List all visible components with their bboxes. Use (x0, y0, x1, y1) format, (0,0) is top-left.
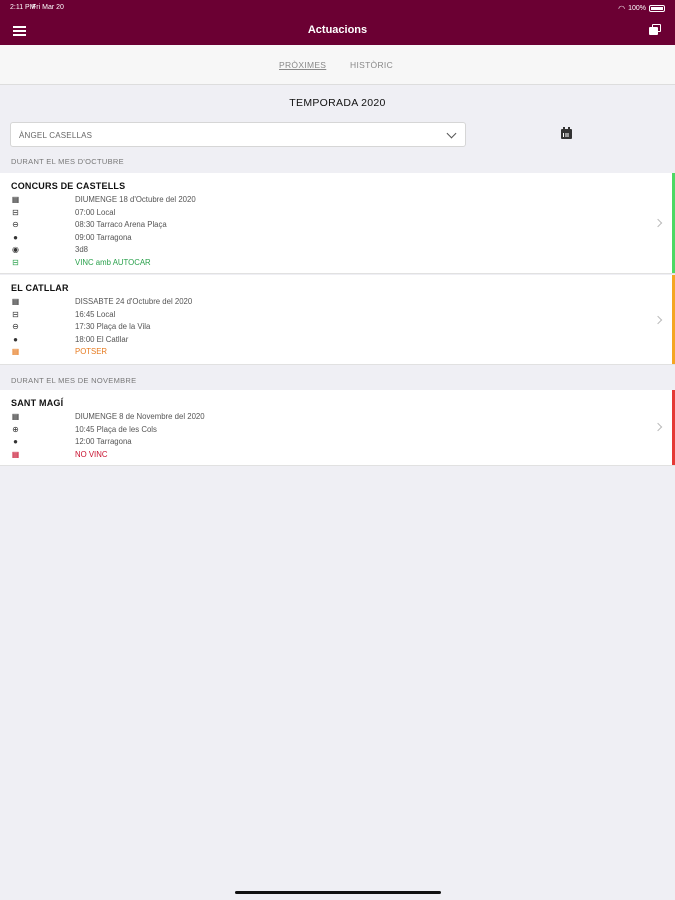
battery-indicator: ◠ 100% (618, 4, 665, 13)
event-row: ▦ POTSER (11, 346, 311, 358)
car-icon: ⊖ (12, 220, 19, 229)
event-location: 18:00 El Catllar (75, 334, 129, 344)
location-pin-icon: ● (13, 232, 18, 242)
calendar-icon[interactable] (561, 127, 572, 139)
chevron-right-icon (653, 218, 663, 228)
location-pin-icon: ● (13, 437, 18, 446)
event-row: ▦ DIUMENGE 8 de Novembre del 2020 (11, 411, 311, 423)
event-bus-time: 07:00 Local (75, 207, 116, 217)
calendar-icon: ▦ (11, 297, 20, 306)
target-icon: ◉ (12, 245, 19, 254)
season-title: TEMPORADA 2020 (289, 97, 386, 109)
event-date: DIUMENGE 18 d'Octubre del 2020 (75, 195, 196, 204)
section-title-november: DURANT EL MES DE NOVEMBRE (11, 376, 137, 385)
calendar-icon: ▦ (11, 195, 20, 204)
chevron-down-icon (446, 128, 457, 139)
battery-icon (649, 5, 665, 12)
segment-tabs: PRÒXIMES HISTÒRIC (0, 45, 675, 85)
event-row: ▦ DIUMENGE 18 d'Octubre del 2020 (11, 194, 311, 206)
event-bus-time: 16:45 Local (75, 309, 116, 319)
status-date: Fri Mar 20 (32, 4, 64, 11)
event-row: ⊖ 08:30 Tarraco Arena Plaça (11, 219, 311, 231)
event-row: ⊟ 07:00 Local (11, 207, 311, 219)
event-location: 09:00 Tarragona (75, 232, 132, 242)
bus-icon: ⊟ (12, 207, 19, 217)
bus-icon: ⊟ (12, 257, 19, 267)
gps-icon: ⊕ (12, 424, 19, 434)
event-row: ● 12:00 Tarragona (11, 436, 311, 448)
tab-historic[interactable]: HISTÒRIC (350, 60, 393, 70)
event-title: CONCURS DE CASTELLS (11, 181, 126, 191)
event-attendance-status: NO VINC (75, 449, 108, 459)
event-castell: 3d8 (75, 245, 89, 254)
chevron-right-icon (653, 315, 663, 325)
event-date: DIUMENGE 8 de Novembre del 2020 (75, 412, 205, 421)
event-card-catllar[interactable]: EL CATLLAR ▦ DISSABTE 24 d'Octubre del 2… (0, 275, 675, 365)
event-meeting: 10:45 Plaça de les Cols (75, 424, 157, 434)
member-select[interactable]: ÀNGEL CASELLAS (10, 122, 466, 147)
section-title-october: DURANT EL MES D'OCTUBRE (11, 157, 124, 166)
event-location: 12:00 Tarragona (75, 437, 132, 446)
battery-percent: 100% (628, 5, 646, 12)
event-meeting: 17:30 Plaça de la Vila (75, 322, 151, 331)
event-title: EL CATLLAR (11, 283, 69, 293)
event-row: ◉ 3d8 (11, 244, 311, 256)
calendar-x-icon: ▦ (11, 449, 20, 459)
copy-icon[interactable] (649, 24, 661, 35)
event-row: ⊟ VINC amb AUTOCAR (11, 257, 311, 269)
event-meeting: 08:30 Tarraco Arena Plaça (75, 220, 167, 229)
event-attendance-status: VINC amb AUTOCAR (75, 257, 151, 267)
event-date: DISSABTE 24 d'Octubre del 2020 (75, 297, 193, 306)
wifi-icon: ◠ (618, 4, 626, 13)
chevron-right-icon (653, 422, 663, 432)
event-card-concurs[interactable]: CONCURS DE CASTELLS ▦ DIUMENGE 18 d'Octu… (0, 173, 675, 274)
event-row: ⊖ 17:30 Plaça de la Vila (11, 321, 311, 333)
event-title: SANT MAGÍ (11, 398, 64, 408)
home-indicator[interactable] (235, 891, 441, 894)
event-card-sant-magi[interactable]: SANT MAGÍ ▦ DIUMENGE 8 de Novembre del 2… (0, 390, 675, 466)
car-icon: ⊖ (12, 322, 19, 331)
location-pin-icon: ● (13, 334, 18, 344)
member-select-value: ÀNGEL CASELLAS (19, 131, 93, 140)
page-title: Actuacions (307, 24, 368, 36)
calendar-question-icon: ▦ (11, 347, 20, 356)
event-row: ▦ NO VINC (11, 449, 311, 461)
status-bar: 2:11 PM Fri Mar 20 ◠ 100% (0, 4, 675, 14)
calendar-icon: ▦ (11, 412, 20, 421)
event-row: ⊕ 10:45 Plaça de les Cols (11, 424, 311, 436)
event-row: ● 09:00 Tarragona (11, 232, 311, 244)
event-row: ● 18:00 El Catllar (11, 334, 311, 346)
tab-proximes[interactable]: PRÒXIMES (279, 60, 326, 70)
event-row: ⊟ 16:45 Local (11, 309, 311, 321)
navigation-bar: 2:11 PM Fri Mar 20 ◠ 100% Actuacions (0, 0, 675, 45)
event-row: ▦ DISSABTE 24 d'Octubre del 2020 (11, 296, 311, 308)
event-attendance-status: POTSER (75, 347, 108, 356)
bus-icon: ⊟ (12, 309, 19, 319)
